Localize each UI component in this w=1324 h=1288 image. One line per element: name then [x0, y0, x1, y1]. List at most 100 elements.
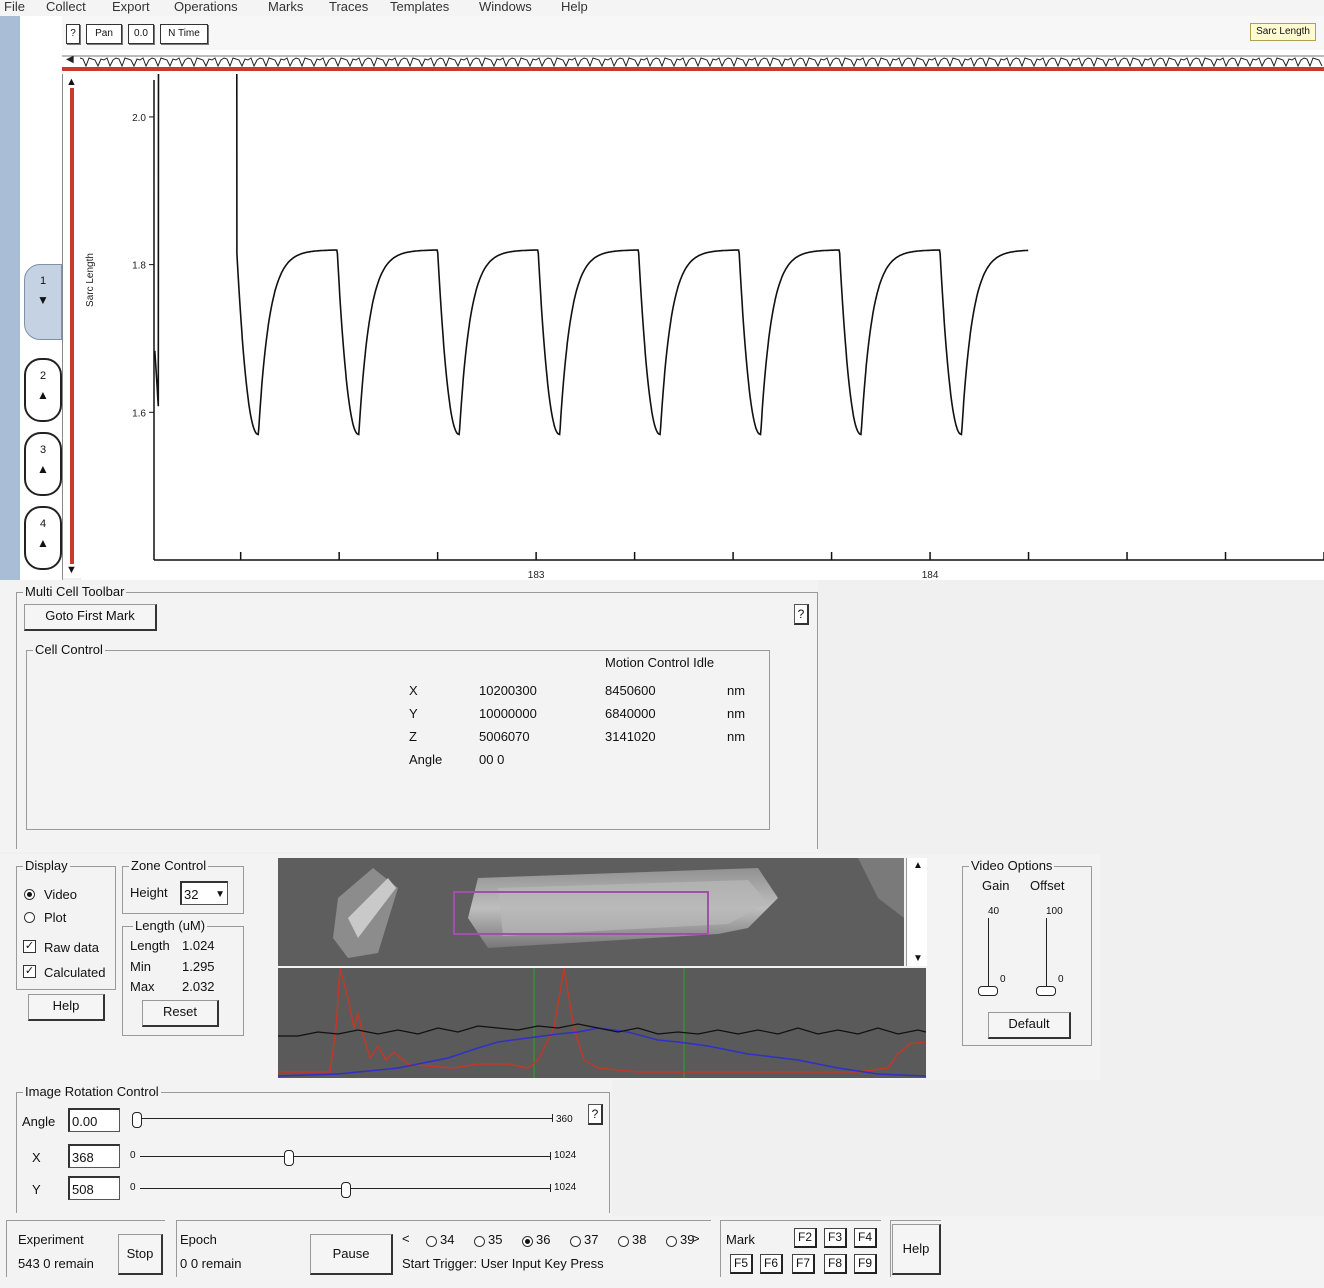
menu-templates[interactable]: Templates [390, 0, 449, 14]
mark-key-f9[interactable]: F9 [854, 1254, 877, 1274]
mark-key-f6[interactable]: F6 [760, 1254, 783, 1274]
display-plot-radio[interactable] [24, 912, 35, 923]
scroll-track[interactable] [70, 88, 74, 564]
menu-file[interactable]: File [4, 0, 25, 14]
angle-input[interactable]: 0.00 [68, 1108, 120, 1132]
scroll-down-icon[interactable]: ▼ [913, 953, 923, 964]
reset-button[interactable]: Reset [142, 1000, 219, 1027]
menu-help[interactable]: Help [561, 0, 588, 14]
display-video-label: Video [44, 887, 78, 902]
trace-tab-2[interactable]: 2 ▲ [24, 358, 62, 422]
zone-height-value: 32 [184, 887, 199, 902]
status-help-button[interactable]: Help [892, 1224, 941, 1275]
rate-prev-arrow[interactable]: < [402, 1231, 410, 1246]
y-input[interactable]: 508 [68, 1176, 120, 1200]
overview-signal [79, 57, 1323, 68]
rate-next-arrow[interactable]: > [692, 1231, 700, 1246]
display-video-radio[interactable] [24, 889, 35, 900]
menu-marks[interactable]: Marks [268, 0, 303, 14]
x-tick-label: 184 [922, 570, 939, 580]
length-label: Length [130, 938, 170, 953]
trace-tab-3[interactable]: 3 ▲ [24, 432, 62, 496]
cell-video-image[interactable] [278, 858, 904, 966]
video-default-button[interactable]: Default [988, 1012, 1071, 1039]
gain-slider-thumb[interactable] [978, 986, 998, 997]
rotation-help-button[interactable]: ? [588, 1104, 603, 1125]
x-input[interactable]: 368 [68, 1144, 120, 1168]
offset-max-label: 100 [1046, 906, 1063, 917]
mark-key-f4[interactable]: F4 [854, 1228, 877, 1248]
rate-radio-36[interactable] [522, 1236, 533, 1247]
calculated-checkbox[interactable]: ✓ [23, 965, 36, 978]
motion-control-status: Motion Control Idle [605, 655, 715, 670]
mark-key-f5[interactable]: F5 [730, 1254, 753, 1274]
mark-key-f2[interactable]: F2 [794, 1228, 817, 1248]
zone-height-label: Height [130, 885, 168, 900]
menu-windows[interactable]: Windows [479, 0, 532, 14]
offset-slider-thumb[interactable] [1036, 986, 1056, 997]
image-vscroll[interactable]: ▲ ▼ [906, 858, 927, 966]
coord-label-angle: Angle [409, 752, 443, 767]
mark-key-f7[interactable]: F7 [792, 1254, 815, 1274]
goto-first-mark-button[interactable]: Goto First Mark [24, 604, 157, 631]
trace-tab-1[interactable]: 1 ▼ [24, 264, 62, 340]
x-slider-track[interactable] [140, 1156, 550, 1157]
rate-radio-34[interactable] [426, 1236, 437, 1247]
offset-slider-track[interactable] [1046, 918, 1047, 994]
menu-collect[interactable]: Collect [46, 0, 86, 14]
display-help-button[interactable]: Help [28, 994, 105, 1021]
calculated-label: Calculated [44, 965, 106, 980]
trace-tab-number: 3 [39, 444, 47, 456]
zero-button[interactable]: 0.0 [128, 24, 154, 44]
offset-label: Offset [1030, 878, 1065, 893]
vertical-scrollbar[interactable]: ▲ ▼ [62, 74, 81, 578]
y-axis-label: Sarc Length [85, 253, 96, 307]
y-slider-thumb[interactable] [341, 1182, 351, 1198]
help-question-button[interactable]: ? [794, 604, 809, 625]
rate-radio-35[interactable] [474, 1236, 485, 1247]
overview-trace[interactable]: ◀ [62, 50, 1324, 74]
menu-operations[interactable]: Operations [174, 0, 238, 14]
rate-radio-38[interactable] [618, 1236, 629, 1247]
epoch-remaining: 0 0 remain [180, 1256, 242, 1271]
scroll-up-icon[interactable]: ▲ [66, 76, 77, 88]
x-slider-end [550, 1152, 551, 1160]
angle-slider-thumb[interactable] [132, 1112, 142, 1128]
collapse-button[interactable]: ? [66, 24, 80, 44]
video-options-title: Video Options [969, 858, 1055, 873]
raw-data-checkbox[interactable]: ✓ [23, 940, 36, 953]
coord-y-target: 6840000 [605, 706, 656, 721]
plot-canvas[interactable]: 2.0 1.8 1.6 183 184 Sarc Length [81, 0, 1324, 581]
coord-label-x: X [409, 683, 418, 698]
coord-y-value: 10000000 [479, 706, 537, 721]
rate-radio-37[interactable] [570, 1236, 581, 1247]
menu-export[interactable]: Export [112, 0, 150, 14]
sarcomere-length-trace [154, 0, 1029, 436]
triangle-up-icon: ▲ [37, 462, 49, 476]
sarcomere-length-plot[interactable]: 2.0 1.8 1.6 183 184 Sarc Length [81, 0, 1324, 581]
gain-slider-track[interactable] [988, 918, 989, 994]
trace-tab-4[interactable]: 4 ▲ [24, 506, 62, 570]
chevron-down-icon[interactable]: ▼ [215, 883, 225, 907]
y-min-label: 0 [130, 1182, 136, 1193]
scroll-down-icon[interactable]: ▼ [66, 564, 77, 576]
rate-radio-39[interactable] [666, 1236, 677, 1247]
y-tick-label: 2.0 [132, 113, 146, 124]
stop-button[interactable]: Stop [118, 1234, 163, 1275]
length-value: 1.024 [182, 938, 215, 953]
epoch-label: Epoch [180, 1232, 217, 1247]
pause-button[interactable]: Pause [310, 1234, 393, 1275]
scroll-up-icon[interactable]: ▲ [913, 860, 923, 871]
mark-label: Mark [726, 1232, 755, 1247]
min-value: 1.295 [182, 959, 215, 974]
x-slider-thumb[interactable] [283, 1150, 294, 1166]
menu-traces[interactable]: Traces [329, 0, 368, 14]
angle-slider-track[interactable] [136, 1118, 552, 1119]
angle-max-label: 360 [556, 1114, 573, 1125]
mark-key-f8[interactable]: F8 [824, 1254, 847, 1274]
pan-button[interactable]: Pan [86, 24, 122, 44]
overview-strip[interactable]: ◀ [62, 50, 1324, 74]
zone-height-select[interactable]: 32 ▼ [180, 881, 228, 905]
mark-key-f3[interactable]: F3 [824, 1228, 847, 1248]
n-time-button[interactable]: N Time [160, 24, 208, 44]
